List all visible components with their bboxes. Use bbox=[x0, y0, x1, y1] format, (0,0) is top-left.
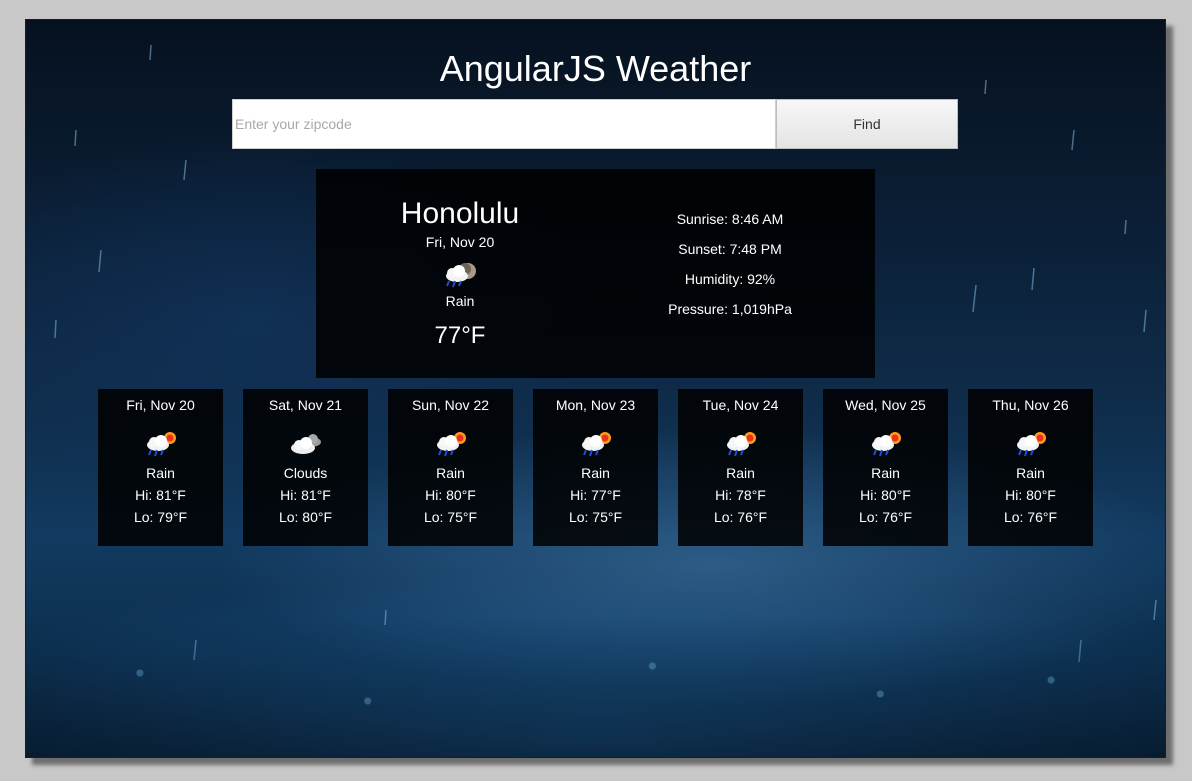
current-condition: Rain bbox=[445, 293, 475, 309]
app-window: AngularJS Weather Find Honolulu Fri, Nov… bbox=[25, 19, 1166, 758]
rain-cloud-sun-icon bbox=[1016, 432, 1046, 457]
forecast-high: Hi: 80°F bbox=[860, 487, 911, 503]
forecast-date: Tue, Nov 24 bbox=[702, 397, 779, 413]
forecast-condition: Rain bbox=[871, 465, 900, 481]
forecast-high: Hi: 78°F bbox=[715, 487, 766, 503]
humidity-value: Humidity: 92% bbox=[684, 271, 776, 287]
forecast-low: Lo: 75°F bbox=[568, 509, 623, 525]
forecast-date: Wed, Nov 25 bbox=[845, 397, 926, 413]
forecast-high: Hi: 81°F bbox=[135, 487, 186, 503]
rain-cloud-sun-icon bbox=[581, 432, 611, 457]
city-name: Honolulu bbox=[400, 197, 520, 230]
sunrise-time: Sunrise: 8:46 AM bbox=[676, 211, 784, 227]
forecast-low: Lo: 76°F bbox=[1003, 509, 1058, 525]
forecast-low: Lo: 76°F bbox=[713, 509, 768, 525]
forecast-low: Lo: 80°F bbox=[278, 509, 333, 525]
rain-cloud-sun-icon bbox=[871, 432, 901, 457]
forecast-date: Fri, Nov 20 bbox=[126, 397, 195, 413]
current-date: Fri, Nov 20 bbox=[425, 234, 495, 250]
forecast-day-card: Tue, Nov 24 Rain Hi: 78°F Lo: 76°F bbox=[678, 389, 803, 546]
current-temperature: 77°F bbox=[434, 322, 486, 349]
sunset-time: Sunset: 7:48 PM bbox=[678, 241, 782, 257]
current-weather-panel: Honolulu Fri, Nov 20 Rain 77°F Sunrise: … bbox=[316, 169, 875, 378]
forecast-condition: Clouds bbox=[283, 465, 328, 481]
find-button[interactable]: Find bbox=[776, 99, 958, 149]
forecast-day-card: Fri, Nov 20 Rain Hi: 81°F Lo: 79°F bbox=[98, 389, 223, 546]
current-summary: Honolulu Fri, Nov 20 Rain 77°F bbox=[340, 169, 580, 350]
forecast-low: Lo: 79°F bbox=[133, 509, 188, 525]
clouds-icon bbox=[290, 434, 321, 454]
rain-ground-decoration bbox=[26, 617, 1165, 757]
forecast-day-card: Wed, Nov 25 Rain Hi: 80°F Lo: 76°F bbox=[823, 389, 948, 546]
forecast-condition: Rain bbox=[146, 465, 175, 481]
zipcode-input[interactable] bbox=[232, 99, 776, 149]
rain-cloud-sun-icon bbox=[436, 432, 466, 457]
forecast-condition: Rain bbox=[436, 465, 465, 481]
forecast-date: Thu, Nov 26 bbox=[992, 397, 1069, 413]
forecast-list: Fri, Nov 20 Rain Hi: 81°F Lo: 79°F Sat, … bbox=[98, 389, 1093, 546]
current-details: Sunrise: 8:46 AM Sunset: 7:48 PM Humidit… bbox=[630, 209, 830, 329]
rain-cloud-sun-icon bbox=[146, 432, 176, 457]
forecast-low: Lo: 75°F bbox=[423, 509, 478, 525]
forecast-day-card: Mon, Nov 23 Rain Hi: 77°F Lo: 75°F bbox=[533, 389, 658, 546]
forecast-high: Hi: 77°F bbox=[570, 487, 621, 503]
search-bar: Find bbox=[232, 99, 958, 149]
forecast-condition: Rain bbox=[726, 465, 755, 481]
forecast-day-card: Thu, Nov 26 Rain Hi: 80°F Lo: 76°F bbox=[968, 389, 1093, 546]
pressure-value: Pressure: 1,019hPa bbox=[668, 301, 792, 317]
app-title: AngularJS Weather bbox=[439, 48, 752, 89]
rain-cloud-sun-icon bbox=[726, 432, 756, 457]
rain-cloud-moon-icon bbox=[446, 263, 476, 288]
forecast-condition: Rain bbox=[581, 465, 610, 481]
forecast-low: Lo: 76°F bbox=[858, 509, 913, 525]
forecast-condition: Rain bbox=[1016, 465, 1045, 481]
forecast-high: Hi: 80°F bbox=[425, 487, 476, 503]
forecast-day-card: Sat, Nov 21 Clouds Hi: 81°F Lo: 80°F bbox=[243, 389, 368, 546]
forecast-high: Hi: 80°F bbox=[1005, 487, 1056, 503]
forecast-date: Sun, Nov 22 bbox=[411, 397, 490, 413]
forecast-day-card: Sun, Nov 22 Rain Hi: 80°F Lo: 75°F bbox=[388, 389, 513, 546]
forecast-date: Mon, Nov 23 bbox=[555, 397, 636, 413]
forecast-date: Sat, Nov 21 bbox=[268, 397, 343, 413]
forecast-high: Hi: 81°F bbox=[280, 487, 331, 503]
